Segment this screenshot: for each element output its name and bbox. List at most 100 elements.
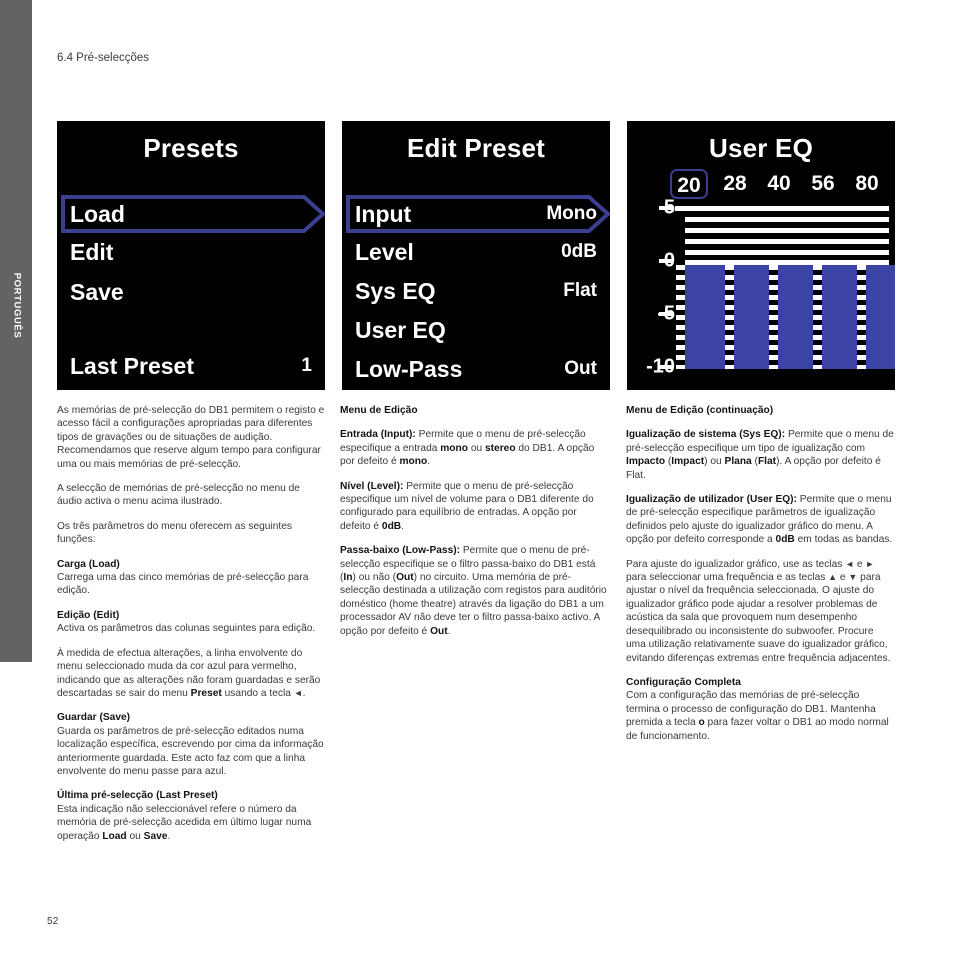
menu-row-save[interactable]: Save [66,273,318,311]
col1-p6-bold-preset: Preset [190,687,222,699]
menu-label-edit: Edit [70,238,114,265]
col3-paragraph-user-eq: Igualização de utilizador (User EQ): Per… [626,493,894,547]
menu-row-low-pass[interactable]: Low-Pass Out [351,350,603,388]
eq-bar-80[interactable] [861,265,895,369]
col2-heading-edit-menu: Menu de Edição [340,405,418,416]
col3-paragraph-adjust: Para ajuste do igualizador gráfico, use … [626,558,894,665]
col3-p3-a: Para ajuste do igualizador gráfico, use … [626,558,846,570]
col1-heading-edit: Edição (Edit) [57,609,120,621]
eq-bar-56[interactable] [817,265,857,369]
page-number: 52 [47,916,59,927]
col2-p3-h: . [447,625,451,637]
col1-paragraph-2: A selecção de memórias de pré-selecção n… [57,483,300,508]
col2-p1-term: Entrada (Input): [340,429,416,441]
menu-label-sys-eq: Sys EQ [355,277,436,304]
col1-p6-d: . [302,687,306,699]
menu-row-input[interactable]: Input Mono [351,195,603,233]
col2-spacer-1 [340,417,608,428]
menu-row-last-preset: Last Preset 1 [66,347,318,385]
body-column-right: Menu de Edição (continuação) Igualização… [626,404,894,743]
menu-label-input: Input [355,200,412,227]
col2-p2-term: Nível (Level): [340,480,404,492]
menu-value-level: 0dB [561,241,597,262]
manual-page: PORTUGUÊS 6.4 Pré-selecções Presets Load… [0,0,954,954]
col2-p3-out: Out [396,572,414,584]
menu-label-load: Load [70,200,125,227]
col3-p2-0db: 0dB [775,534,795,546]
eq-separator-4 [857,265,866,369]
eq-separator-1 [725,265,734,369]
col1-paragraph-4: Carrega uma das cinco memórias de pré-se… [57,572,309,597]
menu-row-load[interactable]: Load [66,195,318,233]
lcd-panel-user-eq: User EQ 20 28 40 56 80 5 0 -5 -10 [627,121,895,390]
menu-value-sys-eq: Flat [563,280,597,301]
col3-p1-term: Igualização de sistema (Sys EQ): [626,429,786,441]
col2-p2-d: . [401,520,405,532]
eq-gridline-1 [685,250,889,255]
panel-title-edit-preset: Edit Preset [406,133,546,163]
col3-p1-flat: Flat [757,456,777,468]
col2-p3-d: ) ou não ( [352,572,397,584]
col3-spacer-1 [626,417,894,428]
col1-heading-load: Carga (Load) [57,558,120,570]
col1-p8-e: . [167,830,171,842]
menu-row-edit[interactable]: Edit [66,233,318,271]
down-arrow-icon: ▼ [848,572,858,583]
menu-row-user-eq[interactable]: User EQ [351,311,603,349]
language-label: PORTUGUÊS [11,272,23,339]
col1-p8-bold-save: Save [143,830,168,842]
col3-paragraph-sys-eq: Igualização de sistema (Sys EQ): Permite… [626,428,894,482]
menu-row-sys-eq[interactable]: Sys EQ Flat [351,272,603,310]
menu-value-last-preset: 1 [301,355,312,376]
col3-p1-plana: Plana [724,456,752,468]
col3-p3-b: e [854,558,866,570]
eq-plot-area [675,121,895,390]
eq-gridline-5 [675,206,889,211]
section-heading: 6.4 Pré-selecções [57,52,150,64]
eq-separator-0 [676,265,685,369]
menu-value-low-pass: Out [564,358,597,379]
up-arrow-icon: ▲ [828,572,838,583]
menu-label-low-pass: Low-Pass [355,355,463,382]
col1-paragraph-6: À medida de efectua alterações, a linha … [57,647,325,701]
col1-paragraph-7: Guarda os parâmetros de pré-selecção edi… [57,725,324,777]
col2-p1-mono-default: mono [399,456,428,468]
eq-gridline-3 [685,228,889,233]
col3-p1-f: ) ou [704,456,725,468]
col1-paragraph-5: Activa os parâmetros das colunas seguint… [57,623,316,635]
col1-paragraph-8: Esta indicação não seleccionável refere … [57,803,325,843]
col2-p2-0db: 0dB [381,520,402,532]
col3-heading-setup-complete: Configuração Completa [626,676,741,688]
col2-p1-stereo: stereo [484,442,516,454]
eq-bar-40[interactable] [773,265,813,369]
lcd-panels-row: Presets Load Edit Save Last Preset 1 Edi… [57,121,897,390]
col1-p8-bold-load: Load [102,830,127,842]
eq-separator-2 [769,265,778,369]
col3-p3-d: e [837,572,849,584]
menu-label-level: Level [355,238,414,265]
eq-bar-28[interactable] [729,265,769,369]
col3-p3-c: para seleccionar uma frequência e as tec… [626,572,829,584]
eq-tick-m10 [659,365,673,369]
menu-value-input: Mono [546,203,597,224]
col3-heading-edit-menu-cont: Menu de Edição (continuação) [626,405,774,416]
col1-heading-save: Guardar (Save) [57,712,131,724]
col2-p1-h: . [427,456,431,468]
col2-p3-term: Passa-baixo (Low-Pass): [340,545,461,557]
col1-paragraph-1: As memórias de pré-selecção do DB1 permi… [57,405,325,470]
col3-p2-d: em todas as bandas. [794,534,893,546]
menu-label-save: Save [70,278,124,305]
menu-label-user-eq: User EQ [355,316,446,343]
eq-gridline-4 [685,217,889,222]
body-column-left: As memórias de pré-selecção do DB1 permi… [57,404,325,843]
body-column-middle: Menu de Edição Entrada (Input): Permite … [340,404,608,638]
menu-row-level[interactable]: Level 0dB [351,233,603,271]
eq-tick-5 [659,206,673,210]
col1-paragraph-3: Os três parâmetros do menu oferecem as s… [57,520,292,546]
eq-bar-20[interactable] [685,265,725,369]
lcd-panel-presets: Presets Load Edit Save Last Preset 1 [57,121,325,390]
col2-p3-out-default: Out [430,625,448,637]
col1-p8-a: Esta indicação não seleccionável refere … [57,803,312,842]
eq-gridline-2 [685,239,889,244]
col3-p3-e: para ajustar o nível da frequência selec… [626,572,891,664]
